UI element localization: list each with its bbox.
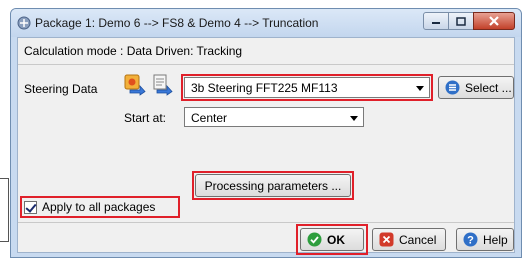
- close-icon: [489, 16, 499, 26]
- minimize-button[interactable]: [423, 12, 449, 30]
- cancel-icon: [379, 232, 394, 247]
- app-icon: [17, 16, 31, 30]
- maximize-button[interactable]: [448, 12, 474, 30]
- steering-data-file-icon[interactable]: [151, 74, 173, 96]
- select-button[interactable]: Select ...: [438, 76, 514, 99]
- start-at-value: Center: [191, 111, 228, 125]
- start-at-label: Start at:: [124, 111, 167, 125]
- cancel-button-label: Cancel: [399, 232, 437, 247]
- maximize-icon: [456, 16, 466, 26]
- close-button[interactable]: [473, 12, 515, 30]
- list-select-icon: [445, 80, 460, 95]
- svg-text:?: ?: [467, 235, 474, 247]
- steering-data-import-icon[interactable]: [124, 74, 146, 96]
- highlight-processing-button: [192, 171, 354, 200]
- package-dialog: Package 1: Demo 6 --> FS8 & Demo 4 --> T…: [10, 8, 522, 258]
- window-title: Package 1: Demo 6 --> FS8 & Demo 4 --> T…: [35, 16, 319, 30]
- calculation-mode-text: Calculation mode : Data Driven: Tracking: [24, 44, 243, 58]
- title-bar[interactable]: Package 1: Demo 6 --> FS8 & Demo 4 --> T…: [11, 9, 521, 37]
- dialog-content: Calculation mode : Data Driven: Tracking…: [17, 37, 515, 255]
- highlight-steering-dropdown: [181, 74, 433, 101]
- window-controls: [423, 12, 515, 30]
- divider: [18, 64, 514, 65]
- start-at-dropdown[interactable]: Center: [184, 107, 364, 127]
- help-button-label: Help: [483, 232, 508, 247]
- highlight-ok-button: [296, 224, 368, 255]
- cancel-button[interactable]: Cancel: [372, 228, 446, 251]
- help-icon: ?: [463, 232, 478, 247]
- highlight-apply-all: [20, 196, 180, 218]
- help-button[interactable]: ? Help: [456, 228, 514, 251]
- select-button-label: Select ...: [465, 80, 512, 95]
- steering-data-label: Steering Data: [24, 82, 98, 96]
- divider: [18, 222, 514, 223]
- page: Package 1: Demo 6 --> FS8 & Demo 4 --> T…: [0, 0, 532, 258]
- background-window-edge: [0, 178, 9, 242]
- chevron-down-icon: [350, 116, 358, 121]
- minimize-icon: [432, 22, 440, 24]
